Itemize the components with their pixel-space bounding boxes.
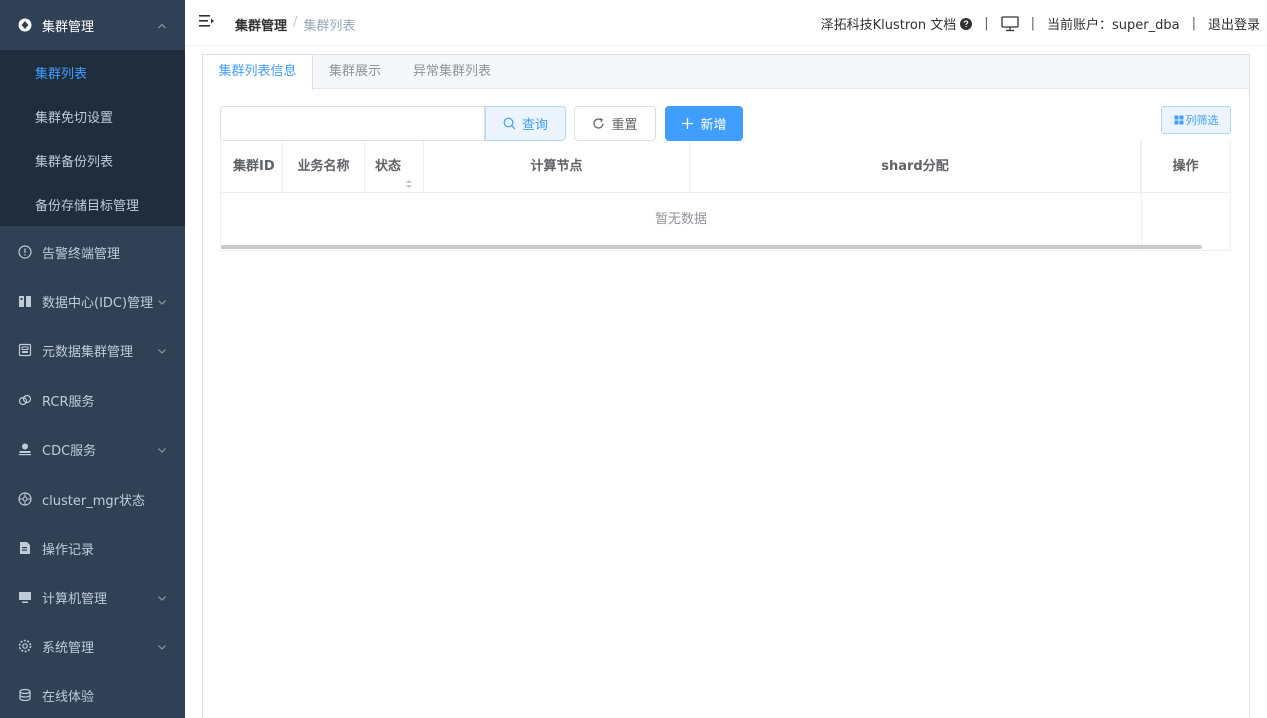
sidebar-item-label: RCR服务 <box>42 394 95 410</box>
link-icon <box>18 393 32 407</box>
tabs-card: 集群列表信息 集群展示 异常集群列表 查询 重置 新增 列筛选 集群ID 业务名… <box>202 54 1250 718</box>
sidebar-item-label: 集群备份列表 <box>35 154 114 170</box>
gear-icon <box>18 639 32 653</box>
column-header-cluster-id: 集群ID <box>221 141 283 193</box>
sidebar-item-metadata-cluster[interactable]: 元数据集群管理 <box>0 325 185 375</box>
sidebar-item-operation-records[interactable]: 操作记录 <box>0 523 185 573</box>
fixed-column-divider <box>1141 141 1142 250</box>
logout-link[interactable]: 退出登录 <box>1208 14 1260 33</box>
chevron-up-icon <box>157 20 167 30</box>
sidebar-item-label: CDC服务 <box>42 443 97 459</box>
sidebar-item-cluster-backup[interactable]: 集群备份列表 <box>0 138 185 182</box>
tab-cluster-list-info[interactable]: 集群列表信息 <box>203 55 313 90</box>
menu-collapse-icon[interactable] <box>199 14 215 28</box>
database-icon <box>18 688 32 702</box>
breadcrumb-separator: / <box>293 15 298 30</box>
monitor-icon[interactable] <box>1000 15 1019 32</box>
sidebar-item-online-trial[interactable]: 在线体验 <box>0 670 185 718</box>
column-header-status[interactable]: 状态 <box>365 141 424 193</box>
sidebar: 集群管理 集群列表 集群免切设置 集群备份列表 备份存储目标管理 告警终端管理 … <box>0 0 185 718</box>
metadata-icon <box>18 343 32 357</box>
sidebar-item-label: 数据中心(IDC)管理 <box>42 295 154 311</box>
horizontal-scrollbar[interactable] <box>221 245 1202 249</box>
column-header-compute-nodes: 计算节点 <box>424 141 690 193</box>
column-filter-label: 列筛选 <box>1185 114 1219 127</box>
cluster-icon <box>18 18 32 32</box>
sidebar-item-rcr-service[interactable]: RCR服务 <box>0 375 185 425</box>
sidebar-item-system-management[interactable]: 系统管理 <box>0 621 185 671</box>
status-icon <box>18 492 32 506</box>
help-icon[interactable] <box>960 17 973 30</box>
sidebar-item-alert-terminal[interactable]: 告警终端管理 <box>0 227 185 277</box>
plus-icon <box>681 117 694 130</box>
sidebar-item-label: 操作记录 <box>42 542 95 558</box>
header-separator: | <box>1191 16 1196 31</box>
breadcrumb: 集群管理 / 集群列表 <box>235 15 355 34</box>
sidebar-group-label: 集群管理 <box>42 19 95 35</box>
header-separator: | <box>1030 16 1036 31</box>
header-right: 泽拓科技Klustron 文档 | | 当前账户：super_dba | 退出登… <box>821 14 1260 33</box>
header-separator: | <box>984 16 989 31</box>
search-icon <box>503 117 516 130</box>
tab-cluster-display[interactable]: 集群展示 <box>313 55 397 89</box>
sort-icon[interactable] <box>405 161 413 188</box>
chevron-down-icon <box>157 296 167 306</box>
datacenter-icon <box>18 294 32 308</box>
sidebar-item-label: cluster_mgr状态 <box>42 493 145 509</box>
chevron-down-icon <box>157 444 167 454</box>
column-header-shard-allocation: shard分配 <box>690 141 1141 193</box>
chevron-down-icon <box>157 592 167 602</box>
refresh-icon <box>592 117 605 130</box>
current-account: 当前账户：super_dba <box>1047 18 1180 33</box>
sidebar-item-label: 系统管理 <box>42 640 95 656</box>
alert-icon <box>18 245 32 259</box>
query-button[interactable]: 查询 <box>485 106 566 141</box>
sidebar-item-cluster-failover[interactable]: 集群免切设置 <box>0 94 185 138</box>
reset-button-label: 重置 <box>611 118 638 133</box>
sidebar-item-label: 计算机管理 <box>42 591 108 607</box>
sidebar-item-label: 集群免切设置 <box>35 110 114 126</box>
sidebar-item-backup-storage[interactable]: 备份存储目标管理 <box>0 182 185 226</box>
empty-table-message: 暂无数据 <box>654 212 707 227</box>
sidebar-item-label: 告警终端管理 <box>42 246 121 262</box>
reset-button[interactable]: 重置 <box>574 106 656 141</box>
add-button[interactable]: 新增 <box>665 106 743 141</box>
sidebar-item-computer-management[interactable]: 计算机管理 <box>0 572 185 622</box>
column-header-business-name: 业务名称 <box>283 141 365 193</box>
breadcrumb-parent[interactable]: 集群管理 <box>235 15 287 34</box>
grid-icon <box>1174 115 1184 125</box>
status-column-label: 状态 <box>374 159 401 174</box>
sidebar-group-cluster-management[interactable]: 集群管理 <box>0 0 185 50</box>
breadcrumb-current: 集群列表 <box>303 19 356 34</box>
sidebar-item-label: 集群列表 <box>35 66 88 82</box>
sidebar-item-cluster-mgr-status[interactable]: cluster_mgr状态 <box>0 474 185 524</box>
tabs-bar: 集群列表信息 集群展示 异常集群列表 <box>203 55 1249 90</box>
computer-icon <box>18 590 32 604</box>
search-input[interactable] <box>220 106 485 141</box>
cluster-submenu: 集群列表 集群免切设置 集群备份列表 备份存储目标管理 <box>0 50 185 226</box>
column-filter-button[interactable]: 列筛选 <box>1161 106 1231 134</box>
sidebar-item-label: 在线体验 <box>42 689 95 705</box>
sidebar-item-label: 备份存储目标管理 <box>35 198 140 214</box>
chevron-down-icon <box>157 345 167 355</box>
query-button-label: 查询 <box>521 118 548 133</box>
docs-link[interactable]: 泽拓科技Klustron 文档 <box>821 14 957 33</box>
sidebar-item-cluster-list[interactable]: 集群列表 <box>0 50 185 94</box>
chevron-down-icon <box>157 641 167 651</box>
sidebar-item-datacenter[interactable]: 数据中心(IDC)管理 <box>0 276 185 326</box>
user-icon <box>18 442 32 456</box>
tab-abnormal-clusters[interactable]: 异常集群列表 <box>397 55 507 89</box>
record-icon <box>18 541 32 555</box>
add-button-label: 新增 <box>700 118 727 133</box>
sidebar-item-label: 元数据集群管理 <box>42 344 134 360</box>
table-header: 集群ID 业务名称 状态 计算节点 shard分配 操作 <box>221 141 1230 193</box>
top-header: 集群管理 / 集群列表 泽拓科技Klustron 文档 | | 当前账户：sup… <box>185 0 1267 46</box>
main-content: 集群列表信息 集群展示 异常集群列表 查询 重置 新增 列筛选 集群ID 业务名… <box>185 46 1267 718</box>
cluster-table: 集群ID 业务名称 状态 计算节点 shard分配 操作 暂无数据 <box>220 141 1231 251</box>
sidebar-item-cdc-service[interactable]: CDC服务 <box>0 424 185 474</box>
column-header-operation: 操作 <box>1172 159 1199 174</box>
